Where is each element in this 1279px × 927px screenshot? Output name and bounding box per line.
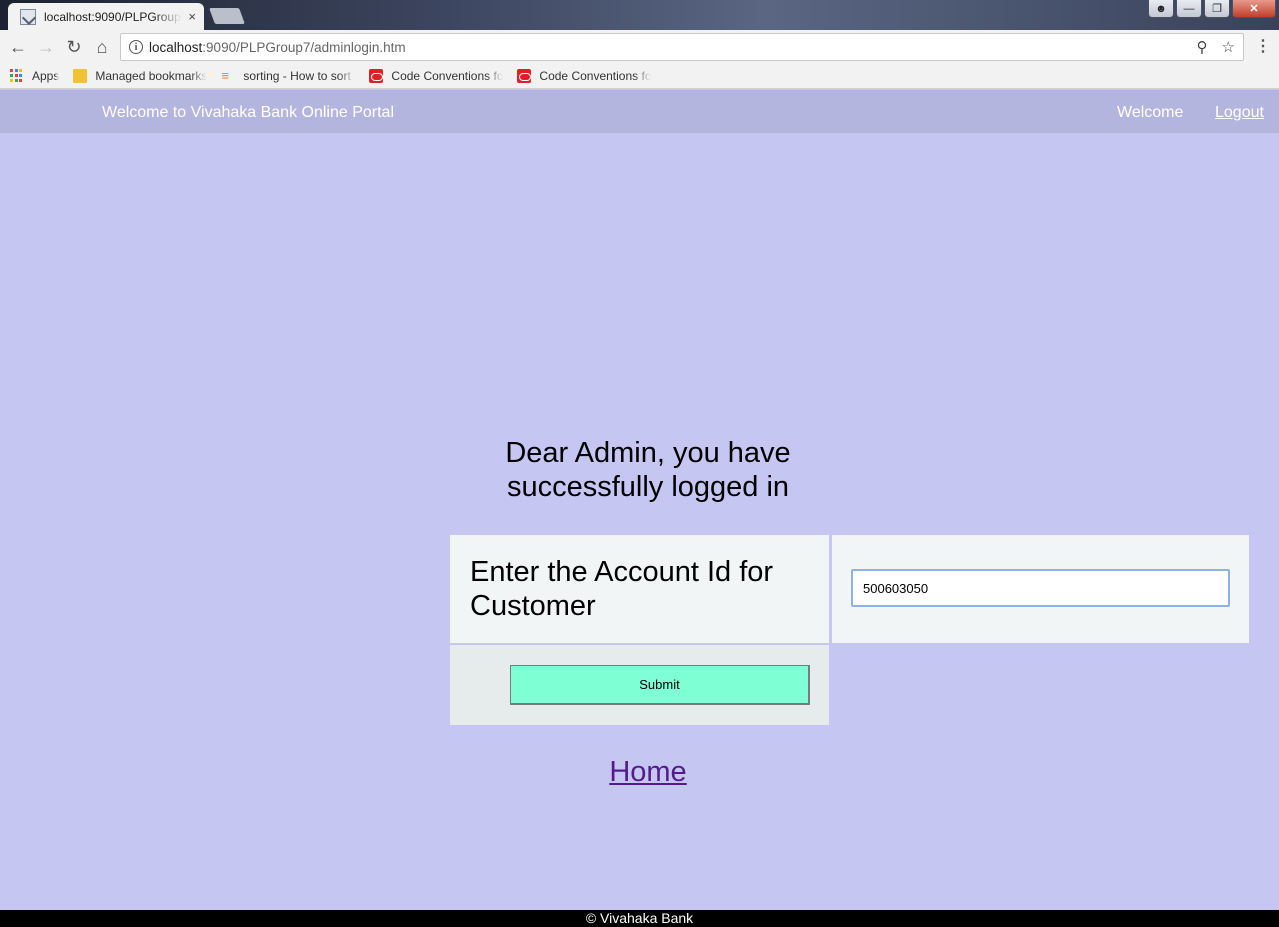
forward-arrow-icon[interactable]: → xyxy=(32,33,60,61)
footer: © Vivahaka Bank xyxy=(0,910,1279,927)
window-controls: ☻ — ❐ ✕ xyxy=(1148,0,1276,18)
login-success-message: Dear Admin, you have successfully logged… xyxy=(505,437,791,503)
browser-titlebar: localhost:9090/PLPGroup7 × ☻ — ❐ ✕ xyxy=(0,0,1279,30)
close-window-icon[interactable]: ✕ xyxy=(1232,0,1276,18)
bookmark-label: Code Conventions for xyxy=(391,69,504,83)
address-bar[interactable]: i localhost:9090/PLPGroup7/adminlogin.ht… xyxy=(120,33,1244,61)
new-tab-button[interactable] xyxy=(209,8,245,24)
submit-cell: Submit xyxy=(450,645,829,725)
account-id-label: Enter the Account Id for Customer xyxy=(470,556,774,622)
bookmark-apps[interactable]: Apps xyxy=(10,69,59,83)
home-icon[interactable]: ⌂ xyxy=(88,33,116,61)
bookmark-code-conventions-1[interactable]: Code Conventions for xyxy=(369,69,503,83)
bookmark-code-conventions-2[interactable]: Code Conventions for xyxy=(517,69,651,83)
bookmark-label: sorting - How to sort xyxy=(243,69,351,83)
home-link[interactable]: Home xyxy=(448,756,848,789)
apps-grid-icon xyxy=(10,69,24,83)
folder-icon xyxy=(73,69,88,83)
account-input-cell xyxy=(832,535,1249,643)
site-title: Welcome to Vivahaka Bank Online Portal xyxy=(102,104,395,121)
logout-link[interactable]: Logout xyxy=(1215,104,1264,122)
oracle-icon xyxy=(517,69,532,83)
welcome-text: Welcome xyxy=(1117,104,1184,121)
bookmark-label: Code Conventions for xyxy=(539,69,652,83)
site-info-icon[interactable]: i xyxy=(129,40,143,54)
tab-close-icon[interactable]: × xyxy=(188,9,196,24)
bookmark-managed[interactable]: Managed bookmarks xyxy=(73,69,207,83)
url-text: localhost:9090/PLPGroup7/adminlogin.htm xyxy=(149,40,1197,55)
url-path: :9090/PLPGroup7/adminlogin.htm xyxy=(202,39,406,55)
restore-icon[interactable]: ❐ xyxy=(1204,0,1230,18)
url-host: localhost xyxy=(149,39,203,55)
stackoverflow-icon: ≡ xyxy=(221,68,230,83)
browser-tab[interactable]: localhost:9090/PLPGroup7 × xyxy=(8,3,204,30)
minimize-icon[interactable]: — xyxy=(1176,0,1202,18)
bookmarks-bar: Apps Managed bookmarks ≡ sorting - How t… xyxy=(0,64,1279,89)
reload-icon[interactable]: ↻ xyxy=(60,33,88,61)
bookmark-label: Apps xyxy=(32,69,60,83)
tab-title: localhost:9090/PLPGroup7 xyxy=(44,9,183,24)
back-arrow-icon[interactable]: ← xyxy=(4,33,32,61)
bookmark-star-icon[interactable]: ☆ xyxy=(1222,38,1235,56)
bookmark-sorting[interactable]: ≡ sorting - How to sort xyxy=(221,68,355,84)
site-header: Welcome to Vivahaka Bank Online Portal W… xyxy=(0,90,1279,133)
browser-menu-icon[interactable]: ⋮ xyxy=(1255,36,1271,56)
copyright-text: © Vivahaka Bank xyxy=(585,910,694,926)
submit-button[interactable]: Submit xyxy=(510,665,810,705)
user-profile-icon[interactable]: ☻ xyxy=(1148,0,1174,18)
key-icon[interactable]: ⚲ xyxy=(1197,38,1208,56)
browser-toolbar: ← → ↻ ⌂ i localhost:9090/PLPGroup7/admin… xyxy=(0,30,1279,64)
account-label-cell: Enter the Account Id for Customer xyxy=(450,535,829,643)
page-favicon-icon xyxy=(20,8,36,25)
bookmark-label: Managed bookmarks xyxy=(95,69,208,83)
account-id-input[interactable] xyxy=(851,569,1230,607)
oracle-icon xyxy=(369,69,384,83)
